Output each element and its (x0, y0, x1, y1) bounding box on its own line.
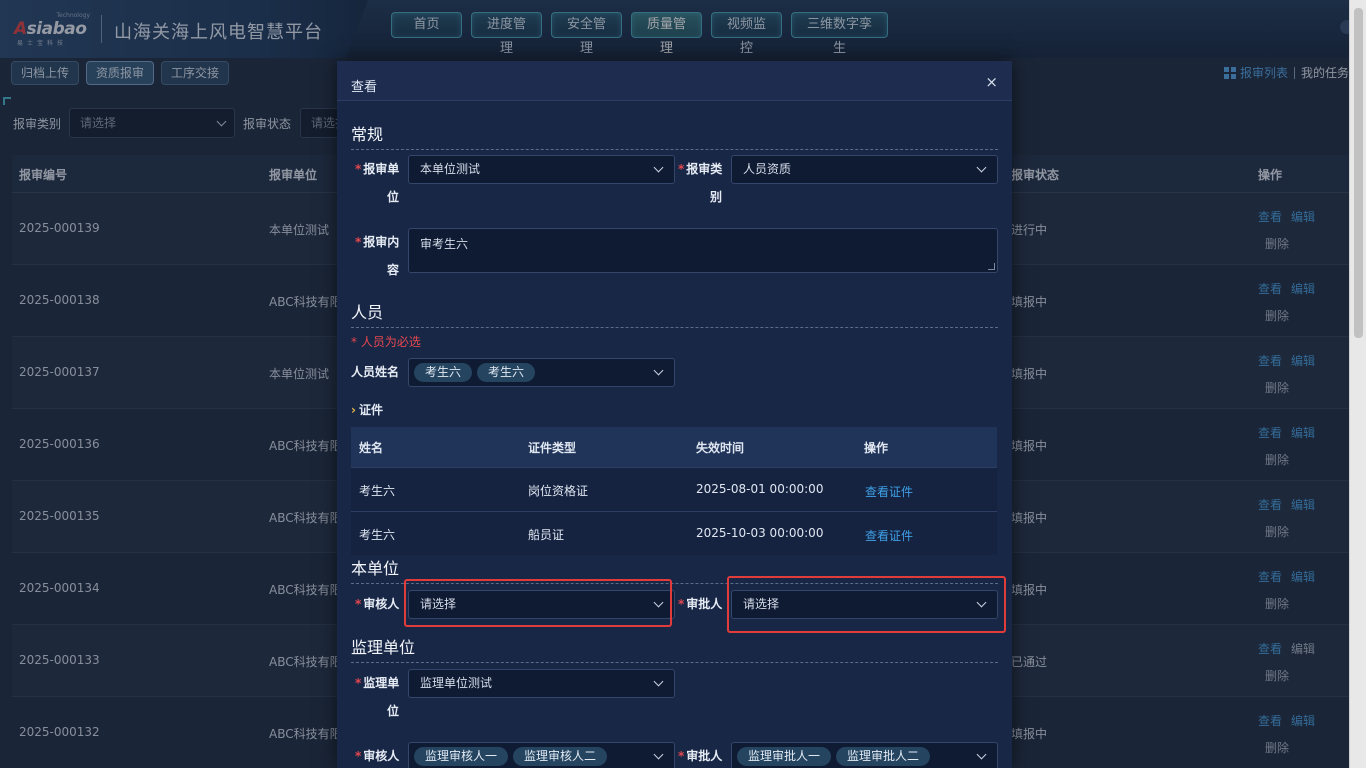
scrollbar-thumb[interactable] (1354, 8, 1363, 338)
cert-header-expire: 失效时间 (696, 441, 745, 455)
supervision-reviewer-select[interactable]: 监理审核人一 监理审核人二 (408, 742, 675, 768)
review-unit-value: 本单位测试 (420, 162, 481, 176)
personnel-tag: 考生六 (414, 363, 473, 382)
supervision-unit-value: 监理单位测试 (420, 676, 493, 690)
dialog-header: 查看 × (337, 61, 1012, 101)
view-certificate-link[interactable]: 查看证件 (865, 483, 913, 500)
certificate-caption: › 证件 (351, 403, 383, 417)
personnel-tag: 考生六 (477, 363, 536, 382)
cert-type: 船员证 (528, 528, 565, 542)
chevron-down-icon (653, 162, 664, 173)
cert-name: 考生六 (359, 484, 396, 498)
view-certificate-link[interactable]: 查看证件 (865, 527, 913, 544)
cert-type: 岗位资格证 (528, 484, 589, 498)
cert-name: 考生六 (359, 528, 396, 542)
field-label-review-content: * 报审内 容 (355, 235, 400, 277)
chevron-down-icon (653, 365, 664, 376)
table-row: 考生六 船员证 2025-10-03 00:00:00 查看证件 (351, 511, 997, 555)
cert-header-name: 姓名 (359, 441, 384, 455)
personnel-name-select[interactable]: 考生六 考生六 (408, 358, 675, 387)
supervision-reviewer-label: * 审核人 (355, 749, 400, 763)
review-category-select[interactable]: 人员资质 (731, 155, 998, 184)
cert-header-type: 证件类型 (528, 441, 577, 455)
chevron-right-icon: › (351, 403, 356, 417)
supervision-unit-label: * 监理单 位 (355, 676, 400, 718)
approver-highlight (727, 576, 1006, 633)
review-category-value: 人员资质 (743, 162, 792, 176)
page-scrollbar[interactable] (1349, 0, 1366, 768)
cert-expire: 2025-08-01 00:00:00 (696, 482, 824, 496)
chevron-down-icon (976, 749, 987, 760)
approver-tag: 监理审批人二 (836, 747, 931, 766)
reviewer-highlight (404, 579, 672, 627)
dialog-title: 查看 (351, 80, 378, 95)
supervision-approver-label: * 审批人 (678, 749, 723, 763)
certificate-table-header: 姓名 证件类型 失效时间 操作 (351, 427, 997, 467)
personnel-name-label: 人员姓名 (351, 365, 400, 379)
approver-tag: 监理审批人一 (737, 747, 832, 766)
chevron-down-icon (976, 162, 987, 173)
review-content-value: 审考生六 (420, 237, 469, 251)
field-label-review-category: * 报审类 别 (678, 162, 723, 204)
close-icon[interactable]: × (985, 73, 998, 91)
section-personnel: 人员 (351, 299, 998, 328)
chevron-down-icon (653, 676, 664, 687)
section-supervision: 监理单位 (351, 634, 998, 663)
field-label-review-unit: * 报审单 位 (355, 162, 400, 204)
cert-header-action: 操作 (864, 441, 889, 455)
review-content-textarea[interactable]: 审考生六 (408, 228, 998, 273)
resize-grip-icon[interactable] (988, 263, 995, 270)
chevron-down-icon (653, 749, 664, 760)
review-unit-select[interactable]: 本单位测试 (408, 155, 675, 184)
table-row: 考生六 岗位资格证 2025-08-01 00:00:00 查看证件 (351, 467, 997, 511)
own-approver-label: * 审批人 (678, 597, 723, 611)
reviewer-tag: 监理审核人一 (414, 747, 509, 766)
section-general: 常规 (351, 121, 998, 150)
cert-expire: 2025-10-03 00:00:00 (696, 526, 824, 540)
supervision-unit-select[interactable]: 监理单位测试 (408, 669, 675, 698)
view-dialog: 查看 × 常规 * 报审单 位 本单位测试 * 报审类 别 人员资质 * 报审内 容 … (337, 61, 1012, 768)
own-reviewer-label: * 审核人 (355, 597, 400, 611)
reviewer-tag: 监理审核人二 (513, 747, 608, 766)
supervision-approver-select[interactable]: 监理审批人一 监理审批人二 (731, 742, 998, 768)
personnel-required-hint: * 人员为必选 (351, 335, 421, 349)
